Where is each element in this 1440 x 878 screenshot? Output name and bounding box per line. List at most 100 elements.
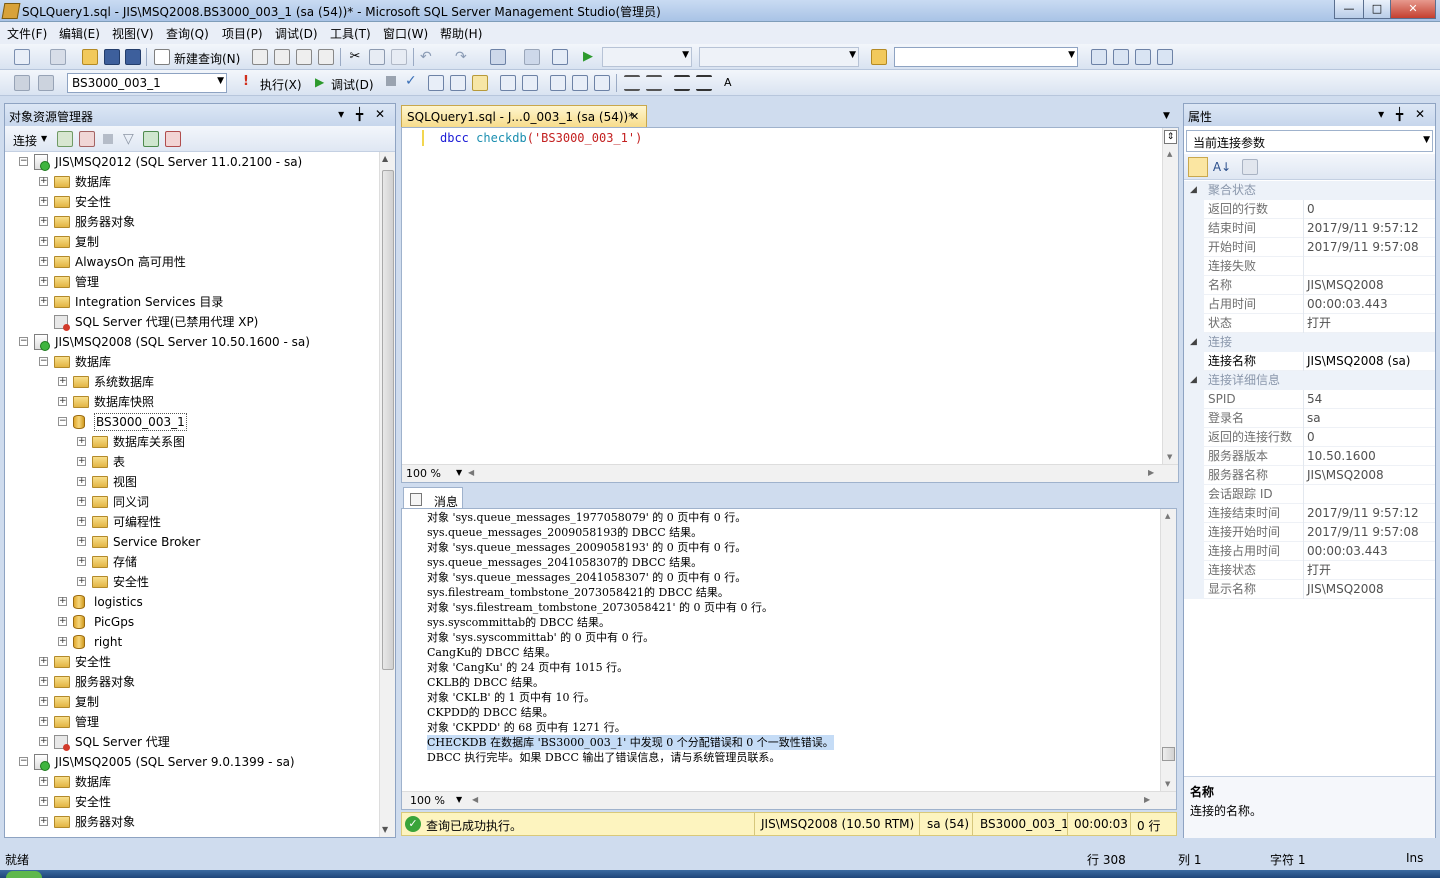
tree-node[interactable]: + 同义词 — [5, 492, 379, 512]
expand-icon[interactable]: + — [39, 797, 48, 806]
expand-icon[interactable]: + — [39, 297, 48, 306]
tree-node[interactable]: + 安全性 — [5, 192, 379, 212]
expand-icon[interactable]: + — [77, 437, 86, 446]
tab-close-icon[interactable]: ✕ — [630, 110, 639, 123]
collapse-icon[interactable]: ◢ — [1190, 333, 1197, 352]
collapse-icon[interactable]: ◢ — [1190, 181, 1197, 200]
decrease-indent-icon[interactable] — [674, 75, 690, 91]
property-row[interactable]: 显示名称 JIS\MSQ2008 — [1184, 580, 1435, 599]
save-icon[interactable] — [104, 49, 120, 65]
query-designer-icon[interactable] — [450, 75, 466, 91]
tab-sqlquery1[interactable]: SQLQuery1.sql - J...0_003_1 (sa (54))* ✕ — [401, 105, 647, 127]
alphabetical-icon[interactable]: A↓ — [1212, 157, 1232, 177]
scroll-right-icon[interactable]: ▶ — [1144, 795, 1150, 804]
property-row[interactable]: 名称 JIS\MSQ2008 — [1184, 276, 1435, 295]
tree-node[interactable]: − BS3000_003_1 — [5, 412, 379, 432]
tree-node[interactable]: + right — [5, 632, 379, 652]
split-icon[interactable]: ⇕ — [1164, 130, 1177, 144]
property-row[interactable]: 连接名称 JIS\MSQ2008 (sa) — [1184, 352, 1435, 371]
tree-node[interactable]: − 数据库 — [5, 352, 379, 372]
increase-indent-icon[interactable] — [696, 75, 712, 91]
scroll-up-icon[interactable]: ▲ — [1167, 150, 1172, 158]
tree-node[interactable]: + 系统数据库 — [5, 372, 379, 392]
property-row[interactable]: 服务器版本 10.50.1600 — [1184, 447, 1435, 466]
expand-icon[interactable]: + — [39, 657, 48, 666]
property-row[interactable]: 连接结束时间 2017/9/11 9:57:12 — [1184, 504, 1435, 523]
property-row[interactable]: 开始时间 2017/9/11 9:57:08 — [1184, 238, 1435, 257]
tree-node[interactable]: + 复制 — [5, 692, 379, 712]
editor-scrollbar[interactable]: ⇕ ▲ ▼ — [1162, 128, 1178, 464]
tree-node[interactable]: + 服务器对象 — [5, 672, 379, 692]
solution-config-select[interactable]: ▼ — [602, 47, 692, 67]
messages-pane[interactable]: 对象 'sys.queue_messages_1977058079' 的 0 页… — [401, 508, 1177, 810]
template-explorer-icon[interactable] — [1135, 49, 1151, 65]
redo-icon[interactable]: ↷ — [455, 49, 471, 65]
expand-icon[interactable]: + — [77, 537, 86, 546]
property-row[interactable]: 服务器名称 JIS\MSQ2008 — [1184, 466, 1435, 485]
property-row[interactable]: 返回的行数 0 — [1184, 200, 1435, 219]
connect-server-icon[interactable] — [57, 131, 73, 147]
editor-hscroll[interactable]: 100 % ▼ ◀ ▶ — [402, 464, 1178, 482]
property-row[interactable]: 连接占用时间 00:00:03.443 — [1184, 542, 1435, 561]
expand-icon[interactable]: + — [58, 617, 67, 626]
start-button[interactable] — [6, 871, 42, 878]
menu-file[interactable]: 文件(F) — [7, 25, 47, 42]
estimated-plan-icon[interactable] — [428, 75, 444, 91]
menu-view[interactable]: 视图(V) — [112, 25, 154, 42]
cut-icon[interactable]: ✂ — [347, 49, 363, 65]
expand-icon[interactable]: + — [39, 737, 48, 746]
property-pages-icon[interactable] — [1242, 159, 1258, 175]
tree-node[interactable]: − JIS\MSQ2012 (SQL Server 11.0.2100 - sa) — [5, 152, 379, 172]
property-row[interactable]: 登录名 sa — [1184, 409, 1435, 428]
tree-node[interactable]: + 管理 — [5, 272, 379, 292]
find-in-files-icon[interactable] — [871, 49, 887, 65]
tree-node[interactable]: + 安全性 — [5, 792, 379, 812]
database-select[interactable]: BS3000_003_1 ▼ — [67, 73, 227, 93]
tree-node[interactable]: + 服务器对象 — [5, 812, 379, 832]
messages-scrollbar[interactable]: ▲ ▼ — [1160, 509, 1176, 791]
scroll-up-icon[interactable]: ▲ — [382, 154, 388, 163]
tree-node[interactable]: + Integration Services 目录 — [5, 292, 379, 312]
query-editor[interactable]: dbcc checkdb('BS3000_003_1') ⇕ ▲ ▼ 100 %… — [401, 127, 1179, 483]
expand-icon[interactable]: + — [39, 697, 48, 706]
find-combo[interactable]: ▼ — [894, 47, 1078, 67]
activity-icon[interactable] — [165, 131, 181, 147]
menu-help[interactable]: 帮助(H) — [440, 25, 482, 42]
maximize-button[interactable]: □ — [1363, 0, 1391, 19]
cancel-query-icon[interactable] — [386, 76, 396, 86]
tree-node[interactable]: + logistics — [5, 592, 379, 612]
expand-icon[interactable]: + — [39, 177, 48, 186]
messages-hscroll[interactable]: 100 % ▼ ◀ ▶ — [402, 791, 1176, 809]
expand-icon[interactable]: + — [39, 237, 48, 246]
results-to-text-icon[interactable] — [550, 75, 566, 91]
expand-icon[interactable]: + — [77, 517, 86, 526]
tree-node[interactable]: + 数据库 — [5, 172, 379, 192]
tree-node[interactable]: + PicGps — [5, 612, 379, 632]
menu-window[interactable]: 窗口(W) — [383, 25, 428, 42]
expand-icon[interactable]: + — [77, 557, 86, 566]
query-code-line[interactable]: dbcc checkdb('BS3000_003_1') — [440, 131, 642, 145]
tree-node[interactable]: − JIS\MSQ2008 (SQL Server 10.50.1600 - sa… — [5, 332, 379, 352]
navigate-back-icon[interactable] — [490, 49, 506, 65]
scrollbar-thumb[interactable] — [382, 170, 394, 670]
properties-object-select[interactable]: 当前连接参数 ▼ — [1186, 130, 1433, 152]
property-category[interactable]: ◢ 连接 — [1184, 333, 1435, 352]
tree-node[interactable]: + 表 — [5, 452, 379, 472]
menu-edit[interactable]: 编辑(E) — [59, 25, 100, 42]
scroll-down-icon[interactable]: ▼ — [1165, 780, 1170, 788]
analysis-query-icon[interactable] — [274, 49, 290, 65]
expand-icon[interactable]: + — [77, 497, 86, 506]
specify-values-icon[interactable]: A — [724, 75, 740, 91]
expand-icon[interactable]: + — [77, 477, 86, 486]
tree-node[interactable]: SQL Server 代理(已禁用代理 XP) — [5, 312, 379, 332]
collapse-icon[interactable]: − — [19, 757, 28, 766]
new-project-icon[interactable] — [14, 49, 30, 65]
connect-icon[interactable] — [14, 75, 30, 91]
debug-button[interactable]: 调试(D) — [331, 76, 374, 93]
tree-node[interactable]: + 服务器对象 — [5, 212, 379, 232]
menu-debug[interactable]: 调试(D) — [275, 25, 318, 42]
expand-icon[interactable]: + — [39, 817, 48, 826]
menu-project[interactable]: 项目(P) — [222, 25, 263, 42]
client-stats-icon[interactable] — [522, 75, 538, 91]
tree-scrollbar[interactable]: ▲ ▼ — [379, 152, 395, 837]
